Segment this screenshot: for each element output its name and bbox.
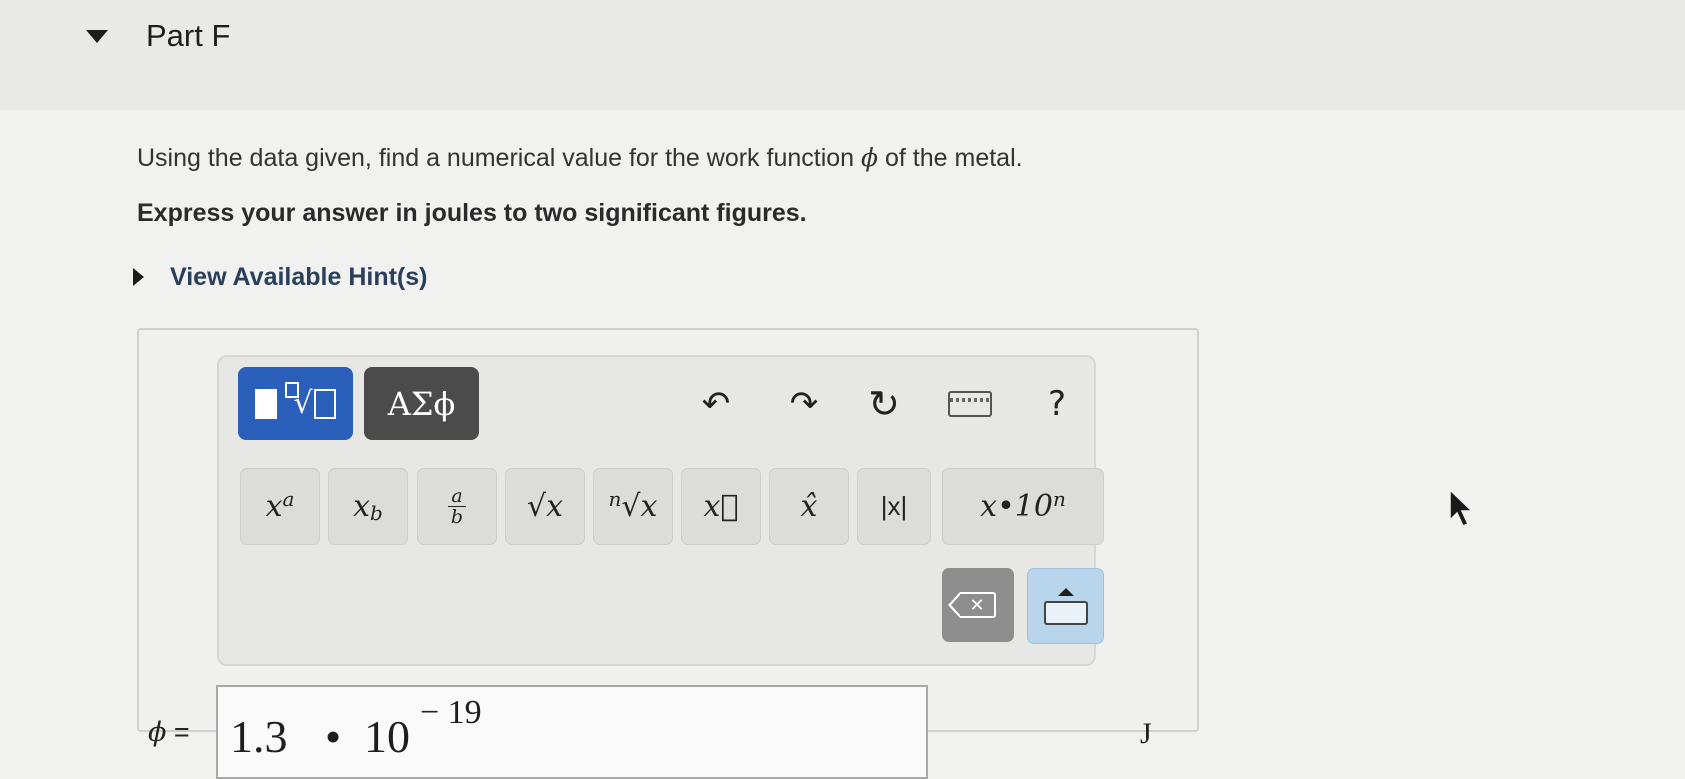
cursor-block-icon [255, 388, 278, 419]
view-hints-toggle[interactable]: View Available Hint(s) [133, 262, 427, 292]
fraction-key[interactable]: ab [417, 468, 497, 545]
answer-base: 10 [364, 711, 410, 762]
keyboard-icon [948, 391, 992, 417]
answer-times: • [325, 711, 342, 762]
answer-instruction: Express your answer in joules to two sig… [137, 199, 807, 227]
part-header[interactable]: Part F [0, 0, 1685, 110]
keyboard-icon [1043, 600, 1088, 625]
nth-root-key[interactable]: n √x [593, 468, 673, 545]
view-hints-link[interactable]: View Available Hint(s) [170, 263, 427, 292]
phi-symbol: ϕ [861, 143, 879, 172]
backspace-icon: ✕ [948, 592, 996, 618]
answer-exponent: − 19 [420, 694, 482, 731]
keyboard-shortcuts-icon[interactable] [946, 380, 994, 428]
answer-input[interactable]: 1.3 • 10 − 19 [216, 685, 928, 779]
unit-vector-key[interactable]: x̂ [769, 468, 849, 545]
greek-symbols-button[interactable]: ΑΣϕ [364, 367, 479, 440]
redo-icon[interactable]: ↷ [783, 380, 825, 428]
superscript-key[interactable]: xa [240, 468, 320, 545]
expand-caret-icon [133, 268, 144, 286]
undo-icon[interactable]: ↶ [695, 380, 737, 428]
unit-label: J [1140, 717, 1152, 750]
answer-label: ϕ = [148, 717, 190, 748]
templates-mode-button[interactable]: √ [238, 367, 353, 440]
vector-key[interactable]: x⃗ [681, 468, 761, 545]
help-icon[interactable]: ? [1040, 380, 1074, 428]
scientific-notation-key[interactable]: x•10 n [942, 468, 1104, 545]
question-text: Using the data given, find a numerical v… [137, 143, 1023, 172]
arrow-up-icon [1057, 587, 1074, 596]
backspace-button[interactable]: ✕ [942, 568, 1014, 642]
template-box-icon [313, 388, 336, 419]
reset-icon[interactable]: ↻ [862, 380, 906, 428]
collapse-caret-icon[interactable] [86, 30, 108, 43]
subscript-key[interactable]: xb [328, 468, 408, 545]
square-root-key[interactable]: √x [505, 468, 585, 545]
toggle-keyboard-button[interactable] [1027, 568, 1104, 644]
absolute-value-key[interactable]: |x| [857, 468, 931, 545]
answer-mantissa: 1.3 [230, 711, 288, 762]
root-index-box-icon [285, 381, 300, 398]
part-title: Part F [146, 18, 231, 53]
